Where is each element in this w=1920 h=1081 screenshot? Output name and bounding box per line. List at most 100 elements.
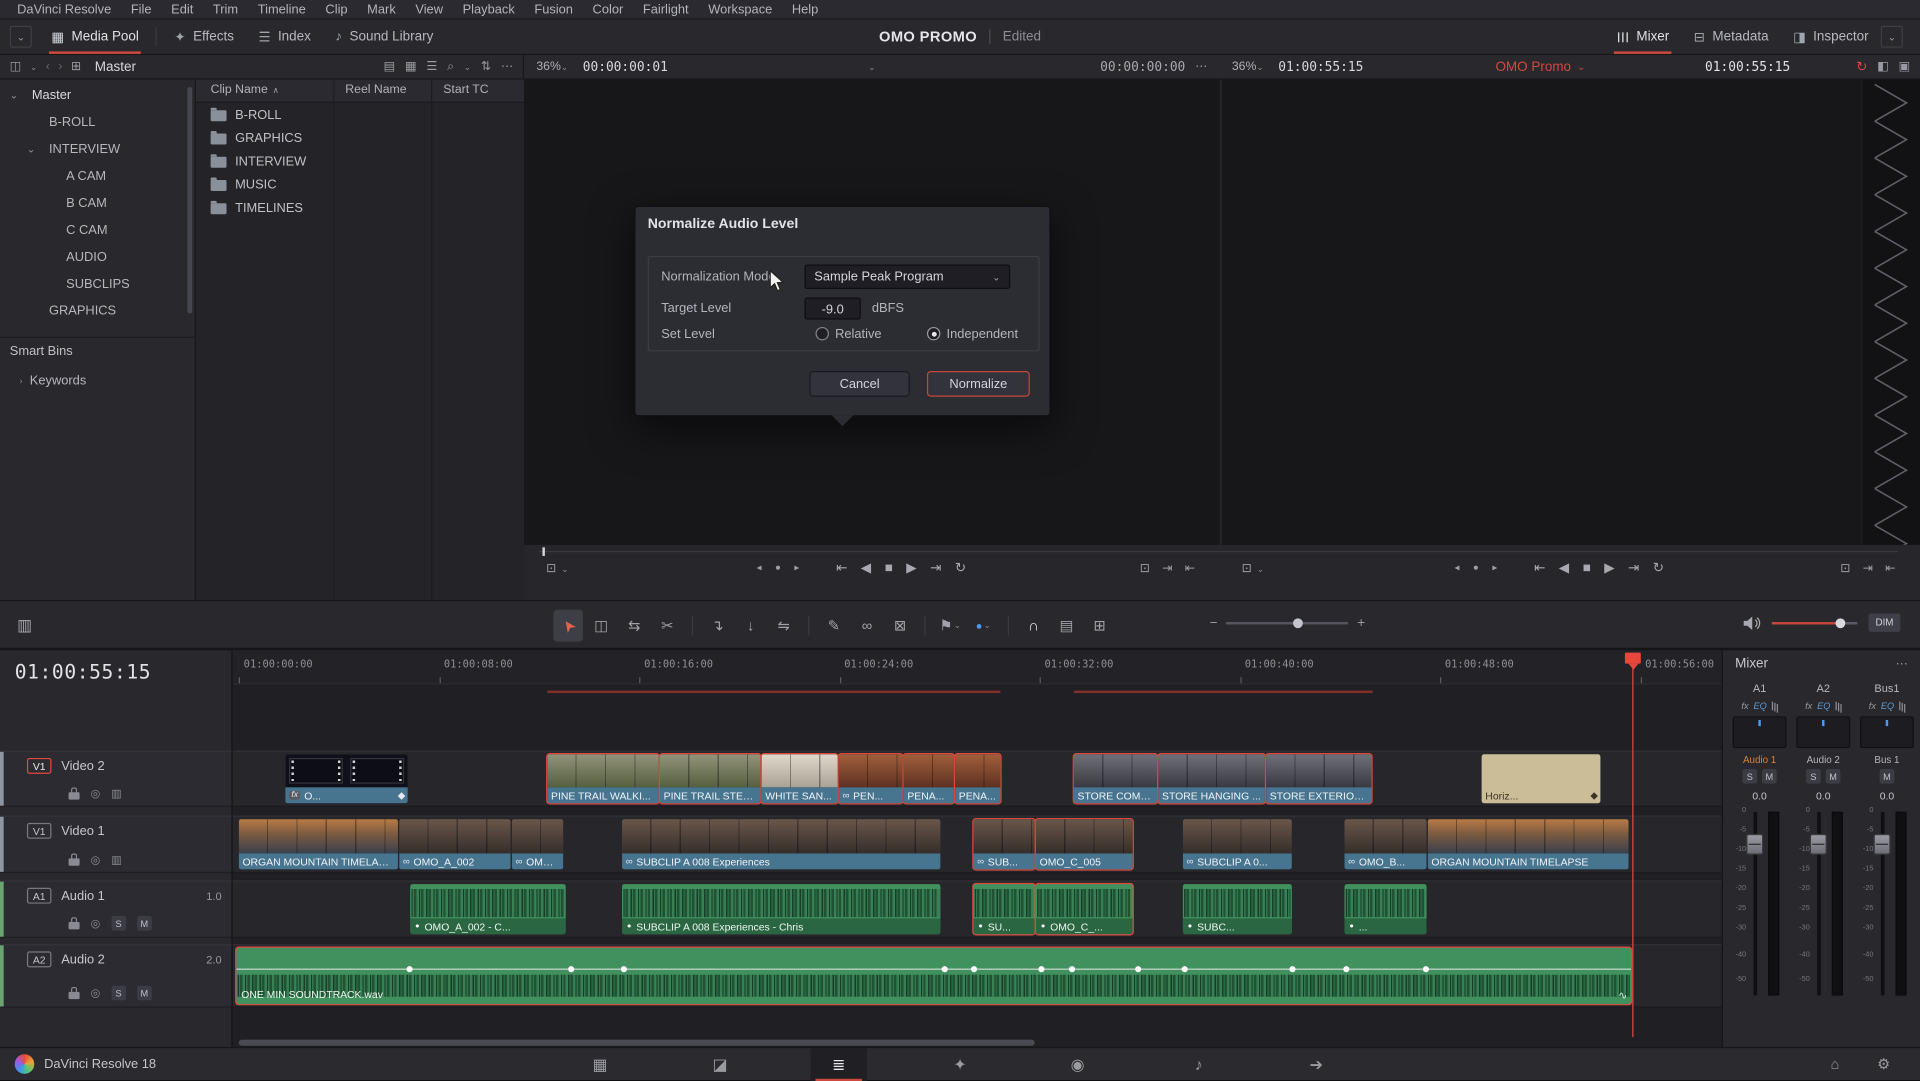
radio-relative-label[interactable]: Relative (835, 327, 881, 342)
fusion-page[interactable]: ✦ (932, 1048, 988, 1081)
chevron-down-icon[interactable]: ⌄ (27, 144, 35, 155)
caption[interactable]: ▤ (1052, 610, 1081, 642)
clip-subclip-a-0[interactable]: ∞SUBCLIP A 0... (1183, 819, 1292, 869)
timeline-view-options-icon[interactable]: ▥ (17, 616, 32, 636)
track-lane-video-1[interactable]: ORGAN MOUNTAIN TIMELAPSE∞OMO_A_002∞OMO_C… (233, 816, 1722, 874)
mark-out-icon[interactable]: ⇤ (1885, 562, 1895, 575)
clip-pen[interactable]: ∞PEN... (839, 754, 903, 803)
timeline-zoom-level[interactable]: 36% (1232, 60, 1257, 73)
timeline-name-dropdown[interactable]: OMO Promo ⌄ (1495, 59, 1585, 74)
list-view-icon[interactable]: ☰ (426, 60, 437, 73)
clip-subc[interactable]: ●SUBC... (1183, 884, 1292, 934)
back-icon[interactable]: ‹ (46, 60, 50, 73)
bin-b-roll[interactable]: B-ROLL (0, 109, 195, 136)
cut-page[interactable]: ◪ (692, 1048, 748, 1081)
menu-item-workspace[interactable]: Workspace (698, 0, 782, 19)
media-pool-collapse-toggle[interactable]: ⌄ (10, 26, 32, 48)
auto-select-icon[interactable]: ◎ (91, 988, 101, 999)
stop-button[interactable]: ■ (885, 560, 893, 575)
clip-store-hanging[interactable]: STORE HANGING ... (1158, 754, 1265, 803)
match-frame-icon[interactable]: ⊡ (1140, 562, 1150, 575)
project-home-icon[interactable]: ⌂ (1831, 1056, 1840, 1073)
grid-view-icon[interactable]: ▦ (405, 60, 417, 73)
menu-item-file[interactable]: File (121, 0, 161, 19)
dim-button[interactable]: DIM (1869, 613, 1901, 631)
viewer-jog-bar[interactable] (539, 545, 1898, 557)
track-lane-video-2[interactable]: fxO...◆PINE TRAIL WALKI...PINE TRAIL STE… (233, 751, 1722, 807)
search-icon[interactable]: ⌕ (447, 60, 454, 73)
clip-pine-trail-walki[interactable]: PINE TRAIL WALKI... (547, 754, 658, 803)
timeline-timecode[interactable]: 01:00:55:15 (1278, 59, 1363, 74)
target-level-input[interactable]: -9.0 (804, 298, 860, 320)
normalize-button[interactable]: Normalize (927, 371, 1030, 397)
menu-item-color[interactable]: Color (583, 0, 633, 19)
clip-omo-c[interactable]: ●OMO_C_... (1036, 884, 1133, 934)
playhead-handle[interactable] (1625, 653, 1641, 664)
more-options-icon[interactable]: ⋯ (1896, 657, 1908, 670)
mark-in-icon[interactable]: ⇥ (1162, 562, 1172, 575)
timeline[interactable]: 01:00:00:0001:00:08:0001:00:16:0001:00:2… (233, 649, 1722, 1047)
keyframe-dot[interactable] (1423, 966, 1429, 972)
metadata-button[interactable]: ⊟ Metadata (1682, 20, 1781, 54)
pan-control[interactable] (1796, 716, 1850, 748)
loop-button[interactable]: ↻ (1653, 560, 1664, 576)
volume-slider[interactable] (1772, 621, 1858, 623)
clip-pena[interactable]: PENA... (955, 754, 1000, 803)
selection-tool[interactable]: ➤ (553, 610, 582, 642)
menu-item-view[interactable]: View (406, 0, 453, 19)
source-timecode[interactable]: 00:00:00:01 (583, 59, 668, 74)
jog-position-marker[interactable] (542, 547, 544, 556)
zoom-slider-handle[interactable] (1294, 618, 1304, 628)
current-frame-button[interactable]: ● (1473, 562, 1479, 573)
radio-relative[interactable] (816, 327, 829, 340)
destination-a1[interactable]: A1 (27, 888, 51, 904)
keyframe-dot[interactable] (942, 966, 948, 972)
clip-lock[interactable]: ⊠ (885, 610, 914, 642)
track-view-icon[interactable]: ▥ (111, 788, 121, 799)
single-viewer-icon[interactable]: ◧ (1877, 60, 1889, 73)
sidebar-scrollbar[interactable] (187, 87, 192, 314)
menu-item-fusion[interactable]: Fusion (525, 0, 583, 19)
clip-omo-c[interactable]: ∞OMO_C_... (512, 819, 563, 869)
sort-icon[interactable]: ⇅ (481, 60, 491, 73)
solo-button[interactable]: S (111, 986, 126, 1001)
keyframe-dot[interactable] (1289, 966, 1295, 972)
menu-item-timeline[interactable]: Timeline (248, 0, 316, 19)
clip-omo-a-002[interactable]: ∞OMO_A_002 (399, 819, 510, 869)
volume-slider-handle[interactable] (1836, 618, 1846, 628)
chevron-down-icon[interactable]: ⌄ (10, 90, 18, 101)
fairlight-page[interactable]: ♪ (1171, 1048, 1227, 1081)
linked-selection[interactable]: ∞ (852, 610, 881, 642)
column-clip-name[interactable]: Clip Name∧ (211, 83, 279, 96)
jump-end-button[interactable]: ⇥ (1628, 560, 1639, 576)
track-view-icon[interactable]: ▥ (111, 854, 121, 865)
menu-item-playback[interactable]: Playback (453, 0, 525, 19)
clip-omo-b[interactable]: ∞OMO_B... (1344, 819, 1426, 869)
pen-tool[interactable]: ✎ (819, 610, 848, 642)
edit-page[interactable]: ≣ (811, 1048, 867, 1081)
blade-tool[interactable]: ✂ (653, 610, 682, 642)
chevron-down-icon[interactable]: ⌄ (464, 62, 471, 72)
playhead-timecode[interactable]: 01:00:55:15 (15, 660, 151, 683)
more-options-icon[interactable]: ⋯ (1195, 60, 1207, 73)
bin-audio[interactable]: AUDIO (0, 244, 195, 271)
keyframe-dot[interactable] (1343, 966, 1349, 972)
settings-gear-icon[interactable]: ⚙ (1877, 1056, 1890, 1073)
clip-row-graphics[interactable]: GRAPHICS (196, 126, 524, 149)
effects-button[interactable]: ✦ Effects (162, 20, 246, 54)
bin-interview[interactable]: ⌄INTERVIEW (0, 136, 195, 163)
keyframe-dot[interactable] (1182, 966, 1188, 972)
dual-viewer-icon[interactable]: ▣ (1899, 60, 1911, 73)
media-pool-button[interactable]: ▦ Media Pool (39, 20, 151, 54)
track-lane-audio-2[interactable]: ONE MIN SOUNDTRACK.wav∿ (233, 944, 1722, 1008)
step-forward-button[interactable]: ▸ (794, 562, 799, 573)
clip-store-exterior[interactable]: STORE EXTERIOR... (1266, 754, 1371, 803)
smart-bins-header[interactable]: Smart Bins (10, 344, 73, 359)
play-reverse-button[interactable]: ◀ (1559, 560, 1569, 576)
auto-select-icon[interactable]: ◎ (91, 788, 101, 799)
play-button[interactable]: ▶ (906, 560, 916, 576)
keyframe-dot[interactable] (406, 966, 412, 972)
clip-pine-trail-steps[interactable]: PINE TRAIL STEPS (660, 754, 760, 803)
mixer-button[interactable]: ☰ Mixer (1605, 20, 1682, 54)
trim-edit-tool[interactable]: ◫ (587, 610, 616, 642)
